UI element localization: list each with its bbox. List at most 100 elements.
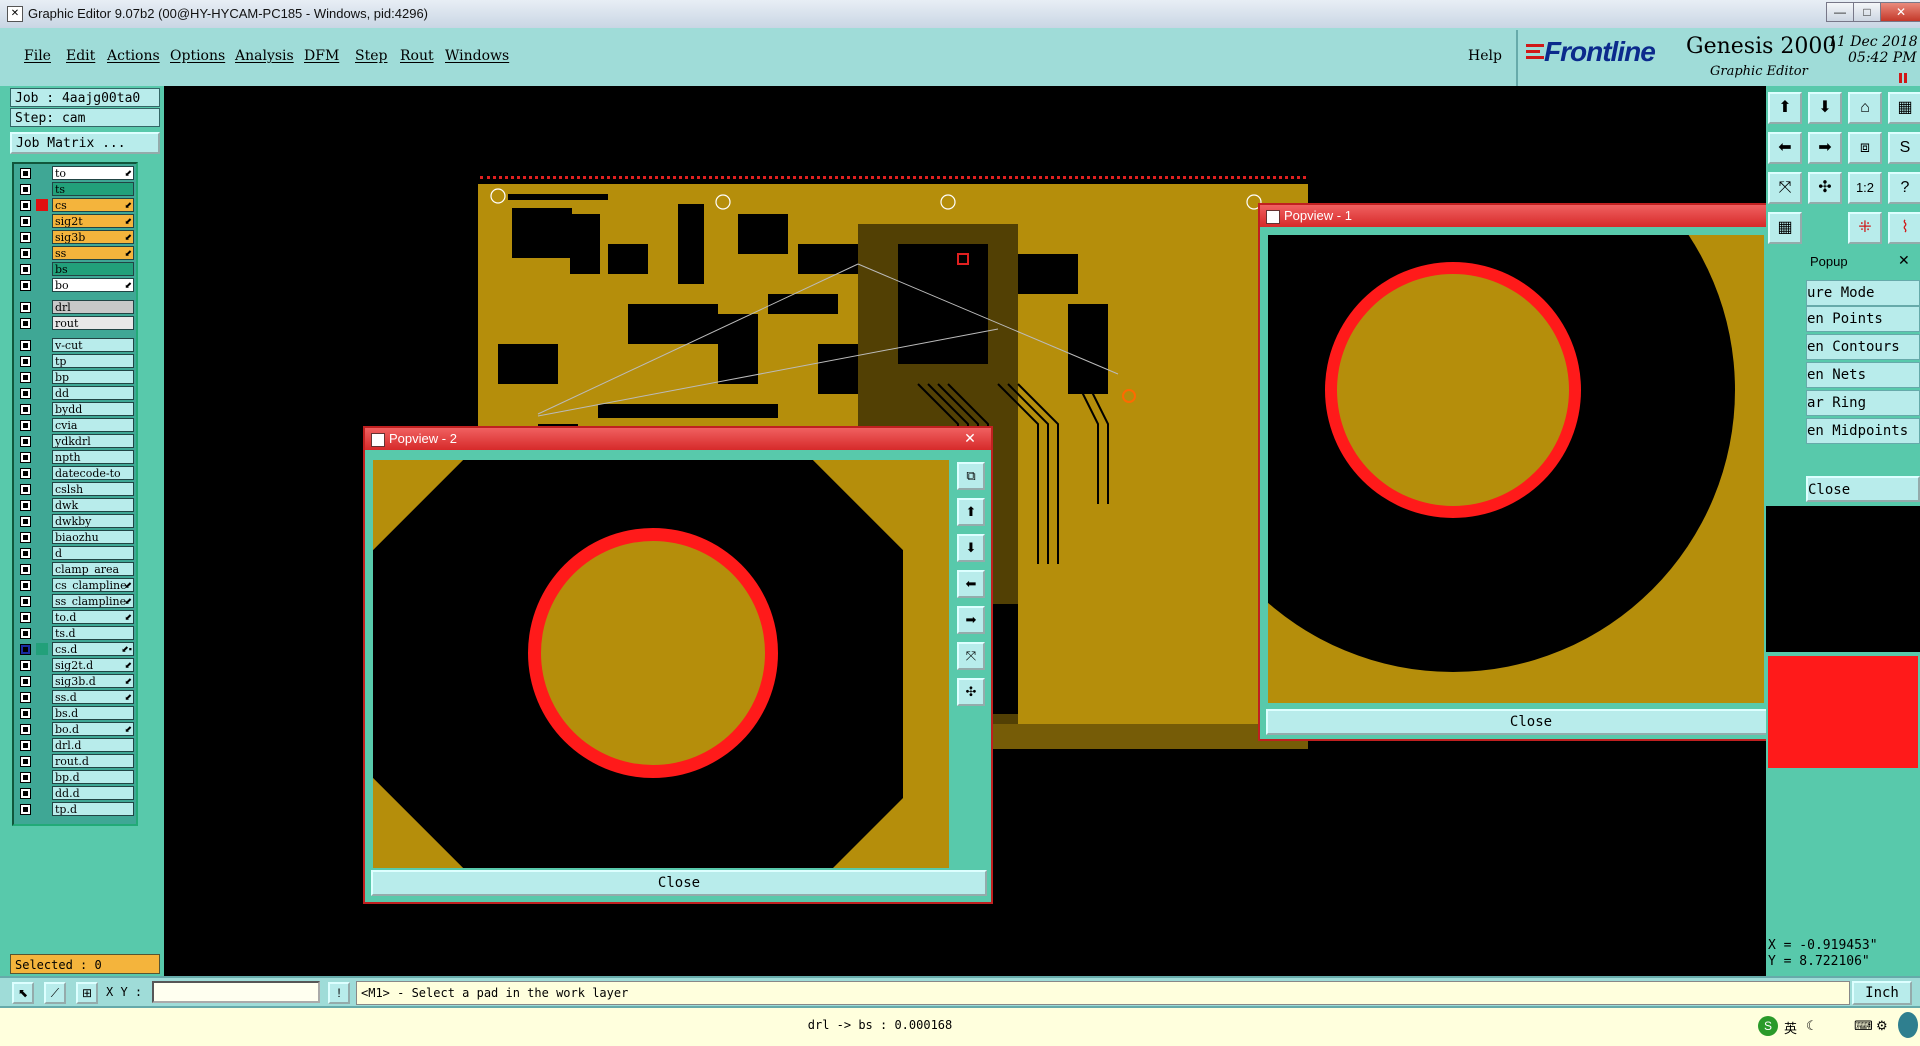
popview-1-titlebar[interactable]: Popview - 1 <box>1260 205 1802 227</box>
layer-row-ss[interactable]: ss ⬋ <box>16 246 134 261</box>
popview-2-pan-up-icon[interactable]: ⬆ <box>957 498 985 526</box>
popup-item-ring[interactable]: ar Ring <box>1806 390 1920 416</box>
layer-checkbox[interactable] <box>20 388 31 399</box>
measure-icon[interactable]: ⌇ <box>1888 212 1920 244</box>
popup-close-icon[interactable]: ✕ <box>1898 252 1910 269</box>
layer-row-sig3b[interactable]: sig3b ⬋ <box>16 230 134 245</box>
layer-row-v-cut[interactable]: v-cut <box>16 338 134 353</box>
menu-edit[interactable]: Edit <box>66 48 95 64</box>
layer-row-cs-d[interactable]: cs.d ⬋▪ <box>16 642 134 657</box>
layer-checkbox[interactable] <box>20 264 31 275</box>
layer-row-cslsh[interactable]: cslsh <box>16 482 134 497</box>
layer-row-dd-d[interactable]: dd.d <box>16 786 134 801</box>
popview-1-view[interactable] <box>1171 108 1764 703</box>
layer-checkbox[interactable] <box>20 532 31 543</box>
layer-checkbox[interactable] <box>20 232 31 243</box>
layer-checkbox[interactable] <box>20 500 31 511</box>
layer-checkbox[interactable] <box>20 596 31 607</box>
menu-options[interactable]: Options <box>170 48 225 64</box>
pointer-tool-icon[interactable]: ⬉ <box>12 982 34 1004</box>
layer-row-dwkby[interactable]: dwkby <box>16 514 134 529</box>
ime-language[interactable]: 英 <box>1784 1018 1797 1037</box>
popup-close-button[interactable]: Close <box>1806 476 1920 502</box>
layer-row-bp-d[interactable]: bp.d <box>16 770 134 785</box>
popview-2-titlebar[interactable]: Popview - 2 <box>365 428 991 450</box>
menu-rout[interactable]: Rout <box>400 48 434 64</box>
layer-row-ss-d[interactable]: ss.d ⬋ <box>16 690 134 705</box>
zoom-extents-icon[interactable]: ⤧ <box>1768 172 1802 204</box>
info-icon[interactable]: ! <box>328 982 350 1004</box>
ime-icon[interactable]: S <box>1758 1016 1778 1036</box>
layer-row-ts[interactable]: ts <box>16 182 134 197</box>
popview-2-pan-down-icon[interactable]: ⬇ <box>957 534 985 562</box>
layer-row-cs[interactable]: cs ⬋ <box>16 198 134 213</box>
menu-help[interactable]: Help <box>1468 48 1502 64</box>
layer-row-ss-clampline[interactable]: ss_clampline ⬋ <box>16 594 134 609</box>
grid-icon[interactable]: ▦ <box>1888 92 1920 124</box>
layer-checkbox[interactable] <box>20 404 31 415</box>
layer-checkbox[interactable] <box>20 516 31 527</box>
layer-row-tp[interactable]: tp <box>16 354 134 369</box>
menu-actions[interactable]: Actions <box>107 48 160 64</box>
popview-2-close-icon[interactable]: ✕ <box>961 430 979 448</box>
layer-row-ydkdrl[interactable]: ydkdrl <box>16 434 134 449</box>
layer-row-bp[interactable]: bp <box>16 370 134 385</box>
layer-row-rout-d[interactable]: rout.d <box>16 754 134 769</box>
popview-2-zoom-in-icon[interactable]: ✣ <box>957 678 985 706</box>
layer-row-dwk[interactable]: dwk <box>16 498 134 513</box>
layer-checkbox[interactable] <box>20 804 31 815</box>
layer-checkbox[interactable] <box>20 644 31 655</box>
layer-row-bo-d[interactable]: bo.d ⬋ <box>16 722 134 737</box>
layer-row-bs-d[interactable]: bs.d <box>16 706 134 721</box>
layer-checkbox[interactable] <box>20 356 31 367</box>
popview-2-zoom-icon[interactable]: ⧉ <box>957 462 985 490</box>
zoom-in-icon[interactable]: ✣ <box>1808 172 1842 204</box>
layer-row-to-d[interactable]: to.d ⬋ <box>16 610 134 625</box>
popup-item-nets[interactable]: en Nets <box>1806 362 1920 388</box>
house-icon[interactable]: ⌂ <box>1848 92 1882 124</box>
measure-tool-icon[interactable]: ⟋ <box>44 982 66 1004</box>
popview-2-close-button[interactable]: Close <box>371 870 987 896</box>
menu-analysis[interactable]: Analysis <box>235 48 294 64</box>
layer-checkbox[interactable] <box>20 184 31 195</box>
netlist-icon[interactable]: ⁜ <box>1848 212 1882 244</box>
layer-row-rout[interactable]: rout <box>16 316 134 331</box>
layer-row-ts-d[interactable]: ts.d <box>16 626 134 641</box>
layer-checkbox[interactable] <box>20 200 31 211</box>
layer-row-drl-d[interactable]: drl.d <box>16 738 134 753</box>
layer-checkbox[interactable] <box>20 628 31 639</box>
layer-row-npth[interactable]: npth <box>16 450 134 465</box>
layer-checkbox[interactable] <box>20 420 31 431</box>
snap-icon[interactable]: S <box>1888 132 1920 164</box>
layer-checkbox[interactable] <box>20 756 31 767</box>
fit-icon[interactable]: ⧈ <box>1848 132 1882 164</box>
layer-checkbox[interactable] <box>20 318 31 329</box>
layer-checkbox[interactable] <box>20 372 31 383</box>
menu-dfm[interactable]: DFM <box>304 48 339 64</box>
job-matrix-button[interactable]: Job Matrix ... <box>10 132 160 154</box>
menu-file[interactable]: File <box>24 48 51 64</box>
layer-row-sig2t[interactable]: sig2t ⬋ <box>16 214 134 229</box>
layer-checkbox[interactable] <box>20 248 31 259</box>
layer-checkbox[interactable] <box>20 302 31 313</box>
popview-2-pan-right-icon[interactable]: ➡ <box>957 606 985 634</box>
layer-checkbox[interactable] <box>20 168 31 179</box>
grid-view-icon[interactable]: ▦ <box>1768 212 1802 244</box>
menu-step[interactable]: Step <box>355 48 387 64</box>
zoom-home-icon[interactable]: ⬆ <box>1768 92 1802 124</box>
popview-2-zoom-out-icon[interactable]: ⤧ <box>957 642 985 670</box>
layer-row-clamp-area[interactable]: clamp_area <box>16 562 134 577</box>
layer-checkbox[interactable] <box>20 772 31 783</box>
layer-checkbox[interactable] <box>20 484 31 495</box>
popup-item-points[interactable]: en Points <box>1806 306 1920 332</box>
zoom-down-icon[interactable]: ⬇ <box>1808 92 1842 124</box>
layer-row-dd[interactable]: dd <box>16 386 134 401</box>
layer-row-sig2t-d[interactable]: sig2t.d ⬋ <box>16 658 134 673</box>
layer-row-bo[interactable]: bo ⬋ <box>16 278 134 293</box>
layer-checkbox[interactable] <box>20 452 31 463</box>
popup-item-mode[interactable]: ure Mode <box>1806 280 1920 306</box>
menu-windows[interactable]: Windows <box>445 48 509 64</box>
layer-checkbox[interactable] <box>20 612 31 623</box>
close-window-button[interactable]: ✕ <box>1880 2 1920 22</box>
layer-row-bs[interactable]: bs <box>16 262 134 277</box>
